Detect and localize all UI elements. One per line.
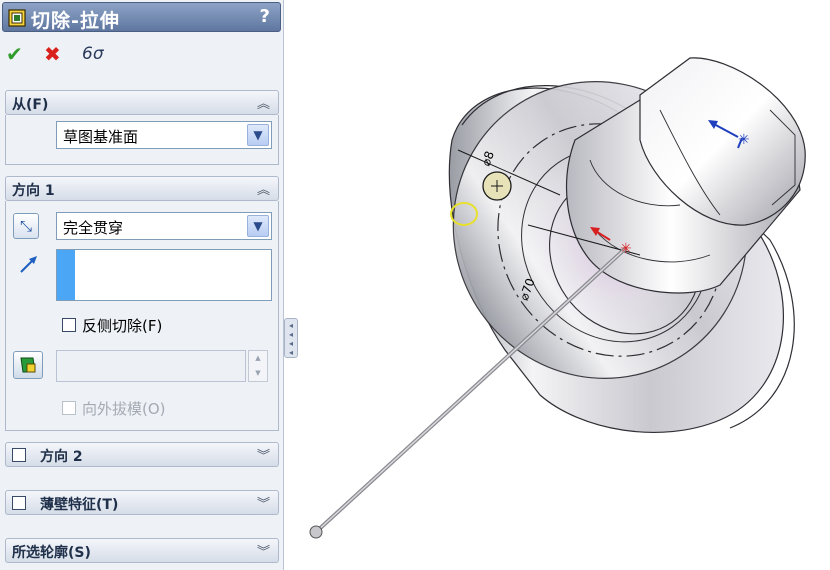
- section-from-header[interactable]: 从(F) ︽: [5, 90, 279, 115]
- direction-arrow-icon: [20, 256, 37, 273]
- spin-down-icon[interactable]: ▼: [249, 366, 267, 381]
- section-from-title: 从(F): [12, 97, 49, 113]
- collapse-chevron-icon[interactable]: ︽: [257, 93, 270, 112]
- flip-side-to-cut-checkbox[interactable]: [62, 318, 76, 332]
- start-condition-select[interactable]: 草图基准面 ▼: [56, 121, 272, 149]
- end-condition-value: 完全贯穿: [63, 219, 124, 237]
- section-thin-feature-title: 薄壁特征(T): [40, 497, 119, 513]
- draft-angle-spinner[interactable]: ▲ ▼: [248, 350, 268, 382]
- thin-feature-checkbox[interactable]: [12, 496, 26, 510]
- expand-chevron-icon[interactable]: ︾: [257, 541, 270, 560]
- spin-up-icon[interactable]: ▲: [249, 351, 267, 366]
- section-direction1-body: ⤡ 完全贯穿 ▼ 反侧切除(F) ▲ ▼ 向外拔模(O): [5, 201, 279, 431]
- panel-collapse-grip[interactable]: ◂ ◂ ◂ ◂: [284, 318, 298, 358]
- direction-vector-selection-box[interactable]: [56, 249, 272, 301]
- section-direction1-title: 方向 1: [12, 183, 55, 199]
- chevron-down-icon[interactable]: ▼: [247, 124, 269, 146]
- draft-outward-checkbox[interactable]: [62, 401, 76, 415]
- chevron-down-icon[interactable]: ▼: [247, 215, 269, 237]
- active-selection-bar: [57, 250, 75, 300]
- flip-side-to-cut-label: 反侧切除(F): [82, 317, 163, 335]
- section-direction1-header[interactable]: 方向 1 ︽: [5, 176, 279, 201]
- cancel-x-icon[interactable]: ✖: [44, 40, 61, 68]
- draft-icon: [20, 357, 36, 373]
- help-button[interactable]: ?: [260, 6, 270, 27]
- expand-chevron-icon[interactable]: ︾: [257, 445, 270, 464]
- graphics-viewport[interactable]: ⌀8 ⌀70 ✳ ✳: [300, 0, 830, 570]
- draft-outward-label: 向外拔模(O): [82, 400, 166, 418]
- drag-handle-icon[interactable]: [309, 525, 323, 539]
- section-direction2-header[interactable]: 方向 2 ︾: [5, 442, 279, 467]
- draft-angle-input[interactable]: [56, 350, 246, 382]
- expand-chevron-icon[interactable]: ︾: [257, 493, 270, 512]
- detailed-preview-icon[interactable]: 6σ: [82, 40, 104, 68]
- section-selected-contours-header[interactable]: 所选轮廓(S) ︾: [5, 538, 279, 563]
- axis-marker-icon: ✳: [738, 132, 750, 148]
- cut-extrude-icon: [8, 9, 26, 27]
- origin-marker-icon: ✳: [620, 241, 632, 257]
- reverse-direction-icon[interactable]: ⤡: [13, 213, 39, 239]
- section-selected-contours-title: 所选轮廓(S): [12, 545, 91, 561]
- direction2-checkbox[interactable]: [12, 448, 26, 462]
- collapse-chevron-icon[interactable]: ︽: [257, 179, 270, 198]
- ok-check-icon[interactable]: ✔: [6, 40, 23, 68]
- draft-toggle-button[interactable]: [13, 351, 43, 379]
- action-buttons: ✔ ✖ 6σ: [6, 40, 126, 68]
- property-manager-title-bar: 切除-拉伸 ?: [2, 2, 281, 32]
- feature-title: 切除-拉伸: [31, 10, 120, 32]
- section-thin-feature-header[interactable]: 薄壁特征(T) ︾: [5, 490, 279, 515]
- section-from-body: 草图基准面 ▼: [5, 115, 279, 165]
- start-condition-value: 草图基准面: [63, 128, 139, 146]
- section-direction2-title: 方向 2: [40, 449, 83, 465]
- end-condition-select[interactable]: 完全贯穿 ▼: [56, 212, 272, 240]
- property-manager: 切除-拉伸 ? ✔ ✖ 6σ 从(F) ︽ 草图基准面 ▼ 方向 1 ︽ ⤡ 完…: [0, 0, 284, 570]
